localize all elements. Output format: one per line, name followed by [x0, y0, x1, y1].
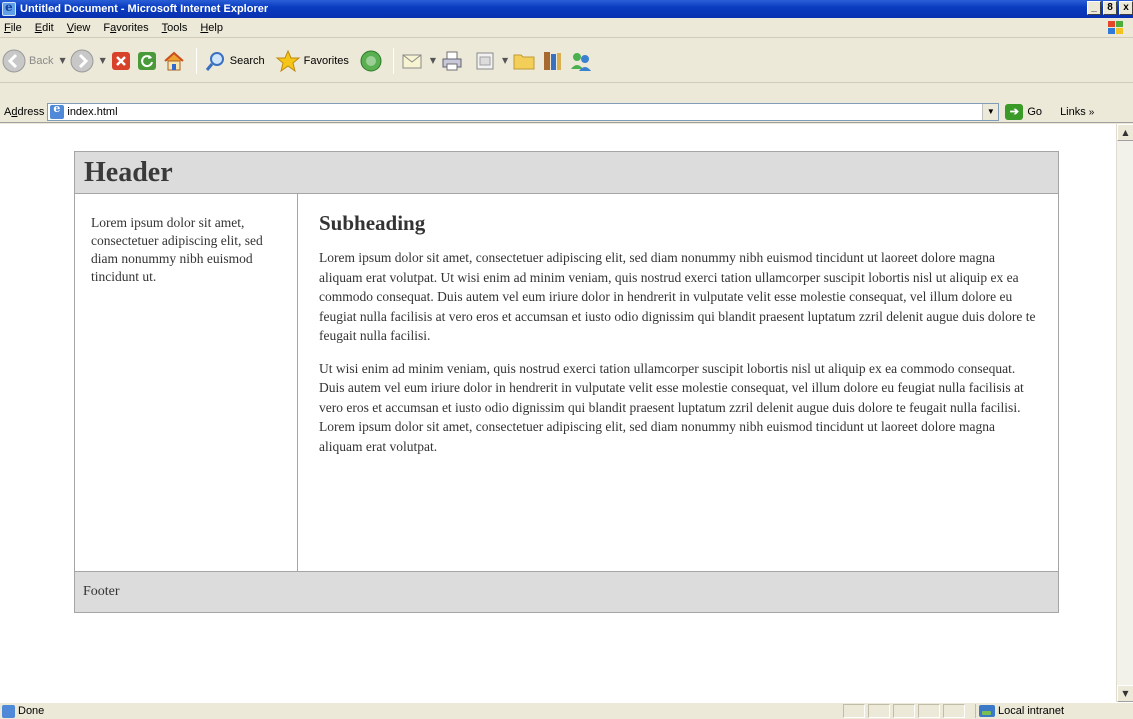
address-bar: Address ▼ ➔ Go Links»: [0, 101, 1133, 123]
main-column: Subheading Lorem ipsum dolor sit amet, c…: [298, 194, 1058, 571]
status-text: Done: [18, 705, 45, 717]
scroll-down-button[interactable]: ▼: [1117, 685, 1133, 702]
search-label: Search: [229, 54, 265, 67]
scroll-up-button[interactable]: ▲: [1117, 124, 1133, 141]
links-label: Links: [1060, 105, 1086, 118]
status-panel: [843, 704, 865, 718]
window-title: Untitled Document - Microsoft Internet E…: [20, 3, 269, 15]
status-panel: [868, 704, 890, 718]
go-label: Go: [1027, 105, 1043, 118]
folder-button[interactable]: [512, 50, 536, 72]
address-field[interactable]: ▼: [47, 102, 1000, 121]
home-button[interactable]: [162, 49, 186, 73]
maximize-button[interactable]: 8: [1103, 1, 1117, 15]
folder-icon: [513, 54, 535, 69]
research-button[interactable]: [540, 49, 564, 73]
menu-tools[interactable]: Tools: [156, 22, 195, 34]
links-toolbar[interactable]: Links»: [1060, 106, 1094, 118]
research-icon: [544, 51, 562, 70]
messenger-button[interactable]: [568, 49, 594, 73]
back-button[interactable]: Back: [2, 49, 53, 73]
header-heading: Header: [84, 157, 173, 188]
intranet-zone-icon: [979, 705, 995, 717]
print-icon: [442, 51, 462, 70]
page-footer: Footer: [75, 571, 1058, 612]
status-panel: [893, 704, 915, 718]
subheading: Subheading: [319, 211, 426, 235]
back-arrow-icon: [2, 49, 26, 72]
messenger-icon: [571, 52, 592, 71]
sidebar-text: Lorem ipsum dolor sit amet, consectetuer…: [91, 215, 263, 284]
status-bar: Done Local intranet: [0, 702, 1133, 719]
standard-toolbar: Back ▼ ▼ Search Favorites ▼ ▼: [0, 39, 1133, 83]
zone-label: Local intranet: [998, 705, 1065, 717]
page-body: Lorem ipsum dolor sit amet, consectetuer…: [75, 194, 1058, 571]
stop-button[interactable]: [110, 50, 132, 72]
forward-button[interactable]: [70, 49, 94, 73]
paragraph-1: Lorem ipsum dolor sit amet, consectetuer…: [319, 250, 1036, 343]
close-button[interactable]: x: [1119, 1, 1133, 15]
chevron-down-icon: ▼: [1122, 689, 1129, 698]
favorites-label: Favorites: [303, 54, 349, 67]
chevron-right-icon: »: [1088, 106, 1095, 118]
windows-flag-icon: [1108, 21, 1123, 34]
forward-dropdown-icon[interactable]: ▼: [100, 56, 106, 65]
print-button[interactable]: [440, 49, 464, 73]
security-zone[interactable]: Local intranet: [975, 704, 1064, 718]
menu-help[interactable]: Help: [194, 22, 230, 34]
toolbar-separator: [392, 47, 394, 74]
menu-favorites[interactable]: Favorites: [97, 22, 155, 34]
media-button[interactable]: [359, 49, 383, 73]
status-panel: [943, 704, 965, 718]
menu-view[interactable]: View: [61, 22, 98, 34]
go-arrow-icon: ➔: [1005, 103, 1024, 120]
favorites-star-icon: [275, 49, 301, 72]
page-container: Header Lorem ipsum dolor sit amet, conse…: [74, 151, 1059, 613]
title-bar: Untitled Document - Microsoft Internet E…: [0, 0, 1133, 18]
media-icon: [360, 50, 382, 71]
chevron-up-icon: ▲: [1122, 128, 1129, 137]
go-button[interactable]: ➔ Go: [1005, 103, 1043, 120]
refresh-button[interactable]: [136, 50, 158, 72]
edit-icon: [476, 52, 494, 69]
address-label: Address: [4, 105, 45, 118]
back-dropdown-icon[interactable]: ▼: [59, 56, 65, 65]
refresh-icon: [137, 51, 156, 70]
minimize-button[interactable]: _: [1087, 1, 1101, 15]
back-label: Back: [29, 54, 54, 67]
search-button[interactable]: Search: [203, 49, 265, 73]
vertical-scrollbar[interactable]: ▲ ▼: [1116, 124, 1133, 702]
address-dropdown-button[interactable]: ▼: [982, 103, 999, 120]
page-icon: [50, 102, 65, 119]
page-status-icon: [2, 704, 15, 718]
mail-icon: [402, 54, 422, 68]
paragraph-2: Ut wisi enim ad minim veniam, quis nostr…: [319, 360, 1024, 454]
edit-button[interactable]: [474, 50, 496, 72]
status-panel: [918, 704, 940, 718]
mail-dropdown-icon[interactable]: ▼: [430, 56, 436, 65]
forward-arrow-icon: [70, 49, 94, 72]
window-controls: _ 8 x: [1085, 1, 1133, 15]
favorites-button[interactable]: Favorites: [275, 49, 349, 73]
menu-file[interactable]: File: [0, 22, 29, 34]
mail-button[interactable]: [400, 49, 424, 73]
page-viewport: Header Lorem ipsum dolor sit amet, conse…: [0, 124, 1116, 702]
sidebar-column: Lorem ipsum dolor sit amet, consectetuer…: [75, 194, 298, 571]
page-header: Header: [75, 152, 1058, 194]
edit-dropdown-icon[interactable]: ▼: [502, 56, 508, 65]
search-icon: [205, 51, 224, 71]
home-icon: [164, 51, 184, 70]
ie-icon[interactable]: [2, 0, 16, 16]
menu-edit[interactable]: Edit: [29, 22, 61, 34]
address-input[interactable]: [67, 105, 968, 118]
chevron-down-icon: ▼: [986, 107, 995, 116]
menu-bar: File Edit View Favorites Tools Help: [0, 18, 1133, 38]
status-panels: [843, 704, 968, 718]
stop-icon: [111, 51, 130, 70]
toolbar-separator: [195, 47, 197, 74]
